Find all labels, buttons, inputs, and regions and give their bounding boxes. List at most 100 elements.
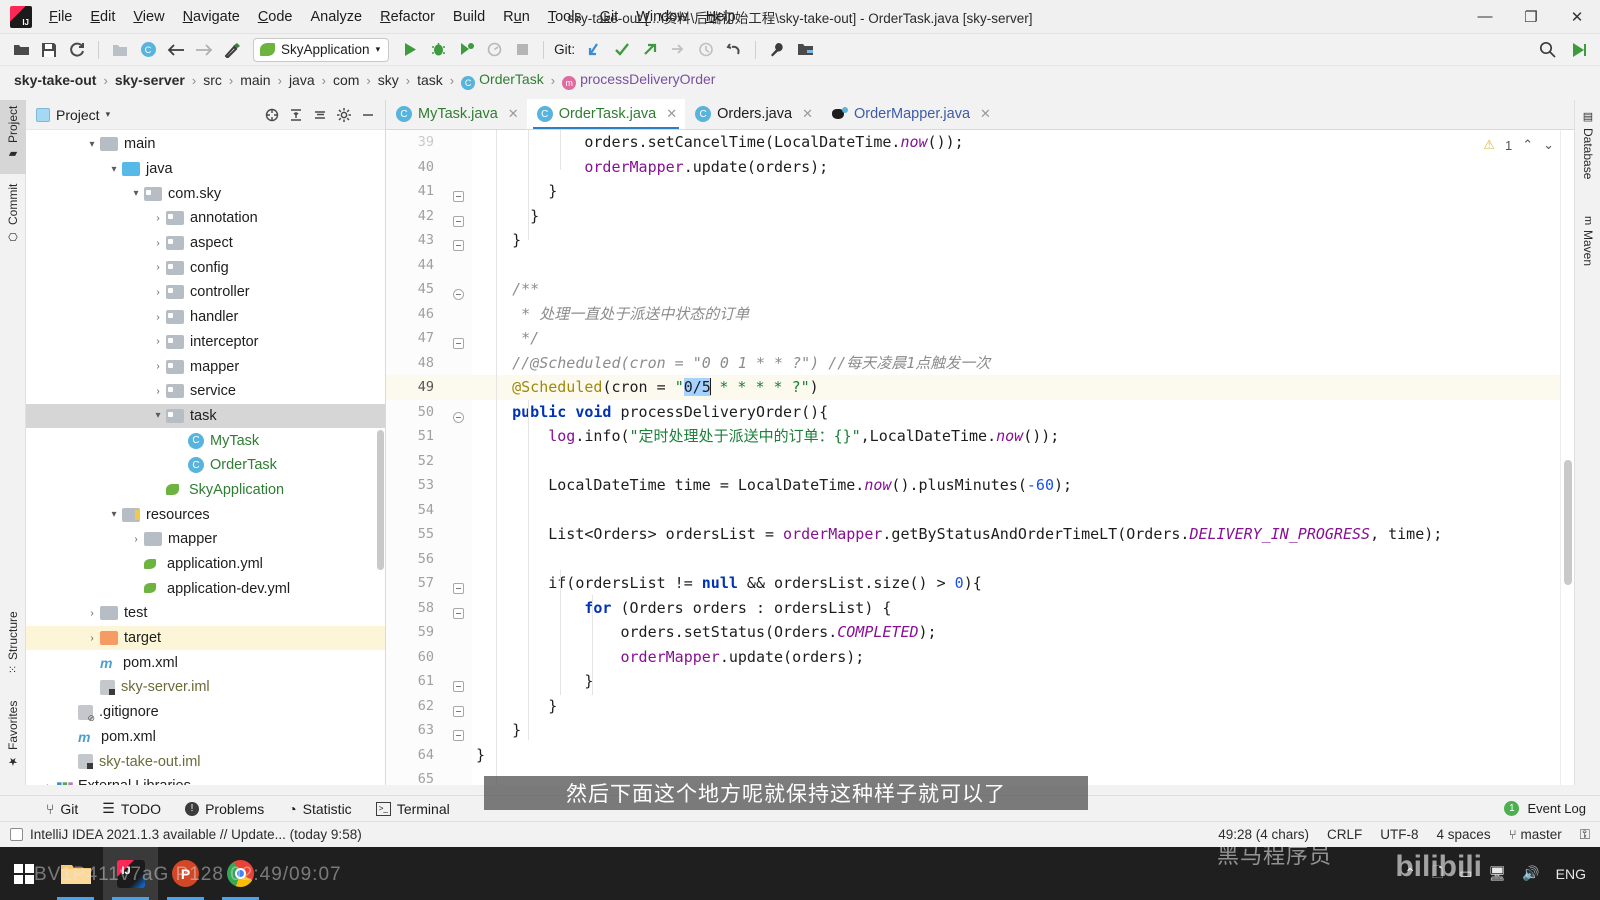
code-line-53[interactable]: LocalDateTime time = LocalDateTime.now()… [472, 473, 1560, 498]
tree-node-application-dev-yml[interactable]: application-dev.yml [26, 576, 385, 601]
menu-help[interactable]: Help [697, 5, 745, 29]
fold-region[interactable] [444, 596, 472, 621]
editor-tab-mytask-java[interactable]: C MyTask.java ✕ [386, 99, 527, 129]
breadcrumb-item-method[interactable]: m processDeliveryOrder [562, 71, 715, 90]
menu-build[interactable]: Build [444, 5, 494, 29]
bottom-tool-terminal[interactable]: >_ Terminal [364, 796, 462, 822]
debug-icon[interactable] [425, 37, 451, 63]
tree-node-target[interactable]: › target [26, 625, 385, 651]
code-editor[interactable]: 39 40 41 42 43 44 45 46 47 48 49 50 51 52 53 54 55 56 57 58… [386, 130, 1574, 785]
event-log-label[interactable]: Event Log [1527, 801, 1586, 816]
menu-file[interactable]: File [40, 5, 81, 29]
tree-node-sky-take-out-iml[interactable]: sky-take-out.iml [26, 749, 385, 774]
tree-node-ordertask[interactable]: C OrderTask [26, 453, 385, 478]
sidebar-item-commit[interactable]: ⎔ Commit [0, 178, 26, 256]
chevron-right-icon[interactable]: › [150, 262, 166, 273]
code-line-52[interactable] [472, 449, 1560, 474]
code-line-62[interactable]: } [472, 694, 1560, 719]
chevron-right-icon[interactable]: › [84, 633, 100, 644]
fold-region[interactable] [444, 179, 472, 204]
chevron-right-icon[interactable]: › [128, 534, 144, 545]
breadcrumb-item-class[interactable]: C OrderTask [461, 71, 544, 90]
fold-toggle-icon[interactable] [453, 240, 464, 251]
tree-node-aspect[interactable]: › aspect [26, 231, 385, 256]
code-line-41[interactable]: } [472, 179, 1560, 204]
code-line-57[interactable]: if(ordersList != null && ordersList.size… [472, 571, 1560, 596]
breadcrumb-item-0[interactable]: sky-take-out [14, 72, 96, 88]
tree-node-interceptor[interactable]: › interceptor [26, 330, 385, 355]
fold-toggle-icon[interactable] [453, 411, 464, 423]
bottom-tool-todo[interactable]: ☰ TODO [90, 796, 173, 822]
menu-git[interactable]: Git [591, 5, 628, 29]
fold-toggle-icon[interactable] [453, 191, 464, 202]
code-text-area[interactable]: orders.setCancelTime(LocalDateTime.now()… [472, 130, 1560, 785]
fold-region[interactable] [444, 767, 472, 785]
chevron-down-icon[interactable]: ▾ [128, 188, 144, 199]
project-tree[interactable]: ▾ main ▾ java ▾ com.sky › annotation › aspect › con… [26, 130, 385, 785]
fold-region[interactable] [444, 718, 472, 743]
gear-icon[interactable] [333, 104, 355, 126]
code-line-56[interactable] [472, 547, 1560, 572]
menu-navigate[interactable]: Navigate [174, 5, 249, 29]
collapse-all-icon[interactable] [285, 104, 307, 126]
tree-node-mapper[interactable]: › mapper [26, 354, 385, 379]
fold-toggle-icon[interactable] [453, 607, 464, 619]
forward-arrow-icon[interactable] [191, 37, 217, 63]
fold-toggle-icon[interactable] [453, 215, 464, 227]
search-everywhere-icon[interactable] [1534, 37, 1560, 63]
menu-code[interactable]: Code [249, 5, 302, 29]
tree-node--gitignore[interactable]: .gitignore [26, 700, 385, 725]
code-line-43[interactable]: } [472, 228, 1560, 253]
code-line-48[interactable]: //@Scheduled(cron = "0 0 1 * * ?") //每天凌… [472, 351, 1560, 376]
code-line-55[interactable]: List<Orders> ordersList = orderMapper.ge… [472, 522, 1560, 547]
tree-node-annotation[interactable]: › annotation [26, 206, 385, 231]
sidebar-item-structure[interactable]: ⁙ Structure [0, 605, 26, 689]
fold-toggle-icon[interactable] [453, 681, 464, 692]
inspection-widget[interactable]: ⚠ 1 ⌃ ⌄ [1477, 130, 1560, 160]
code-line-64[interactable]: } [472, 743, 1560, 768]
tree-node-service[interactable]: › service [26, 379, 385, 404]
code-line-61[interactable]: } [472, 669, 1560, 694]
chevron-down-icon[interactable]: ▾ [106, 509, 122, 520]
language-indicator[interactable]: ENG [1556, 866, 1586, 882]
tree-node-resources[interactable]: ▾ resources [26, 502, 385, 527]
fold-region[interactable] [444, 204, 472, 229]
fold-toggle-icon[interactable] [453, 705, 464, 717]
tree-node-skyapplication[interactable]: SkyApplication [26, 478, 385, 503]
volume-icon[interactable]: 🔊 [1522, 865, 1539, 882]
class-icon[interactable]: C [135, 37, 161, 63]
update-project-icon[interactable] [581, 37, 607, 63]
maximize-button[interactable]: ❐ [1508, 0, 1554, 34]
undo-icon[interactable] [721, 37, 747, 63]
code-line-54[interactable] [472, 498, 1560, 523]
fold-region[interactable] [444, 351, 472, 376]
git-branch-widget[interactable]: ⑂ master [1509, 827, 1562, 842]
expand-selection-icon[interactable] [309, 104, 331, 126]
push-icon[interactable] [637, 37, 663, 63]
fold-region[interactable] [444, 155, 472, 180]
hammer-icon[interactable] [219, 37, 245, 63]
code-line-47[interactable]: */ [472, 326, 1560, 351]
fold-region[interactable] [444, 253, 472, 278]
fold-region[interactable] [444, 424, 472, 449]
refresh-icon[interactable] [64, 37, 90, 63]
tree-node-pom-xml[interactable]: m pom.xml [26, 650, 385, 675]
taskbar-app-powerpoint[interactable]: P [158, 847, 213, 900]
fold-toggle-icon[interactable] [453, 289, 464, 300]
close-button[interactable]: ✕ [1554, 0, 1600, 34]
chevron-up-icon[interactable]: ⌃ [1404, 865, 1416, 882]
close-tab-icon[interactable]: ✕ [508, 106, 519, 122]
tree-node-main[interactable]: ▾ main [26, 132, 385, 157]
breadcrumb-item-4[interactable]: java [289, 72, 315, 88]
code-line-49[interactable]: @Scheduled(cron = "0/5 * * * * ?") [472, 375, 1560, 400]
menu-analyze[interactable]: Analyze [302, 5, 372, 29]
project-structure-icon[interactable] [792, 37, 818, 63]
fold-region[interactable] [444, 669, 472, 694]
menu-view[interactable]: View [124, 5, 173, 29]
tree-node-application-yml[interactable]: application.yml [26, 552, 385, 577]
breadcrumb-item-6[interactable]: sky [378, 72, 399, 88]
tree-node-pom-xml[interactable]: m pom.xml [26, 725, 385, 750]
code-line-60[interactable]: orderMapper.update(orders); [472, 645, 1560, 670]
fold-region[interactable] [444, 228, 472, 253]
module-icon[interactable] [107, 37, 133, 63]
